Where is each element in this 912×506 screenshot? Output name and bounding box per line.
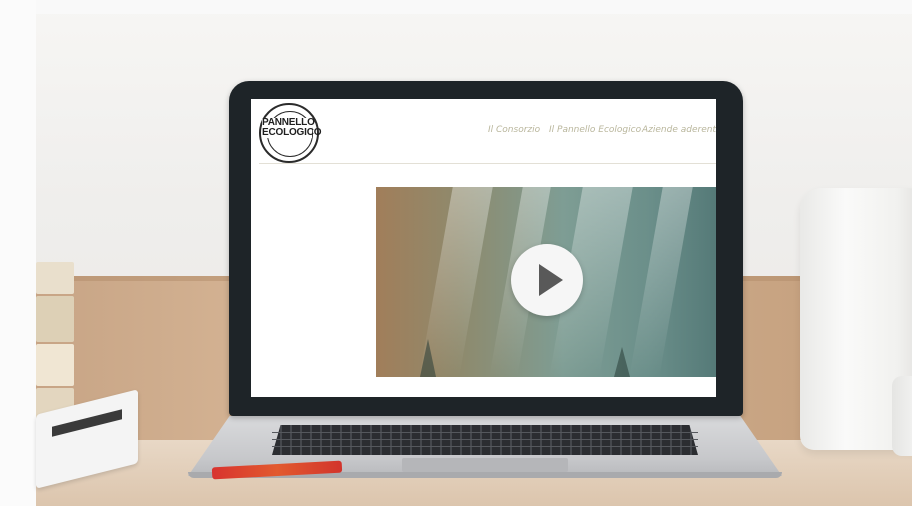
play-button[interactable]: [511, 244, 583, 316]
book: [36, 262, 74, 294]
tree-silhouette: [614, 347, 630, 377]
notebook-band: [52, 409, 122, 437]
laptop-trackpad: [402, 458, 568, 472]
header-divider: [259, 163, 716, 164]
keyboard-row: [272, 432, 698, 433]
book: [36, 344, 74, 386]
laptop-keyboard: [272, 425, 698, 455]
top-border: [0, 0, 912, 14]
light-ray: [629, 187, 693, 377]
website-view: PANNELLO ECOLOGICO Il Consorzio Il Panne…: [251, 99, 716, 397]
nav-link-consorzio[interactable]: Il Consorzio: [488, 125, 540, 135]
logo-line-2: ECOLOGICO: [262, 127, 322, 138]
left-border: [0, 0, 36, 506]
play-icon: [539, 264, 563, 296]
logo-wordmark[interactable]: PANNELLO ECOLOGICO: [262, 118, 322, 138]
photo-scene: PANNELLO ECOLOGICO Il Consorzio Il Panne…: [0, 0, 912, 506]
keyboard-row: [272, 446, 698, 447]
nav-link-pannello-ecologico[interactable]: Il Pannello Ecologico: [549, 125, 641, 135]
site-top-bar: [251, 99, 716, 101]
tree-silhouette: [420, 339, 436, 377]
book: [36, 296, 74, 342]
video-player[interactable]: [376, 187, 716, 377]
keyboard-row: [272, 439, 698, 440]
small-jar: [892, 376, 912, 456]
nav-link-aziende-aderenti[interactable]: Aziende aderenti: [642, 125, 716, 135]
